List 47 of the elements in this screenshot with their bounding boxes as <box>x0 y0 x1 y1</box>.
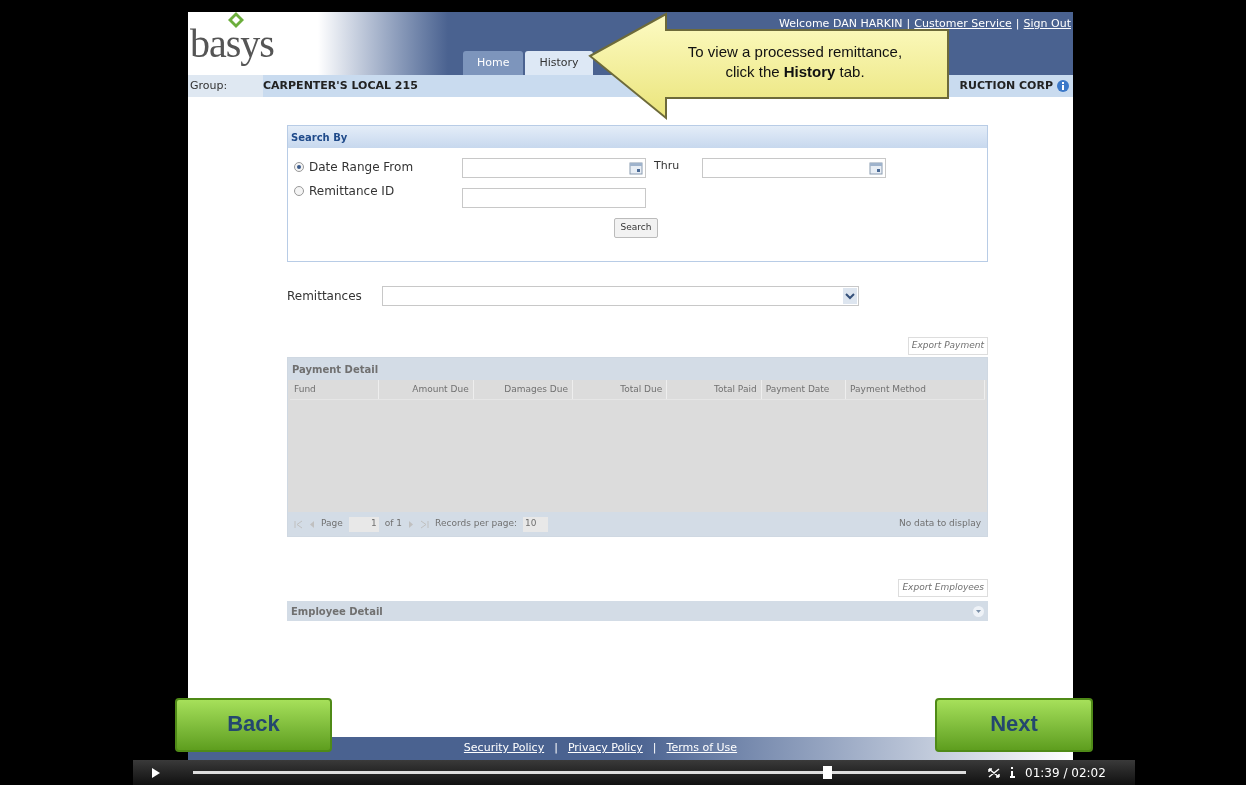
callout-text: click the History tab. <box>725 62 865 82</box>
caret-icon[interactable] <box>843 288 857 304</box>
separator-text: | <box>1015 16 1020 32</box>
logo: basys <box>190 20 274 66</box>
calendar-icon[interactable] <box>869 161 883 175</box>
callout-text: To view a processed remittance, <box>687 42 903 62</box>
info-icon[interactable] <box>1010 767 1015 778</box>
remittances-label: Remittances <box>287 288 363 305</box>
panel-title: Search By <box>291 130 348 145</box>
logo-diamond-icon <box>228 11 244 28</box>
nav-tab[interactable]: History <box>525 51 593 75</box>
remittance-id-field[interactable] <box>462 188 646 208</box>
page-label: Page <box>321 517 343 531</box>
seek-thumb[interactable] <box>822 766 832 779</box>
group-label: Group: <box>188 75 263 97</box>
employer-name: RUCTION CORP <box>959 77 1053 94</box>
next-button[interactable]: Next <box>935 698 1093 752</box>
footer-link[interactable]: Privacy Policy <box>567 740 643 757</box>
radio-option[interactable]: Remittance ID <box>294 182 462 200</box>
header-link[interactable]: Sign Out <box>1023 16 1071 33</box>
fullscreen-icon[interactable] <box>988 767 1000 778</box>
separator-text: | <box>652 740 657 757</box>
grid-title: Payment Detail <box>292 362 379 377</box>
records-label: Records per page: <box>435 517 518 531</box>
separator-text: | <box>906 16 911 32</box>
radio-option[interactable]: Date Range From <box>294 158 462 176</box>
nav-tab[interactable]: Home <box>463 51 524 75</box>
time-display: 01:39 / 02:02 <box>1025 764 1106 782</box>
grid-title: Employee Detail <box>291 604 383 619</box>
welcome-text: Welcome DAN HARKIN <box>779 16 903 32</box>
date-from-field[interactable] <box>462 158 646 178</box>
seek-track[interactable] <box>193 766 966 779</box>
footer-link[interactable]: Security Policy <box>463 740 545 757</box>
separator-text: | <box>554 740 558 757</box>
group-name: CARPENTER'S LOCAL 215 <box>263 77 418 94</box>
thru-label: Thru <box>654 158 681 174</box>
play-icon[interactable] <box>151 766 161 779</box>
footer-link[interactable]: Terms of Use <box>666 740 738 757</box>
radio-button[interactable] <box>294 186 304 196</box>
header-link[interactable]: Customer Service <box>914 16 1012 33</box>
date-thru-field[interactable] <box>702 158 886 178</box>
page-count: of 1 <box>384 517 403 531</box>
empty-message: No data to display <box>898 517 981 531</box>
calendar-icon[interactable] <box>629 161 643 175</box>
back-button[interactable]: Back <box>175 698 332 752</box>
search-button[interactable]: Search <box>614 218 658 238</box>
radio-button[interactable] <box>294 162 304 172</box>
